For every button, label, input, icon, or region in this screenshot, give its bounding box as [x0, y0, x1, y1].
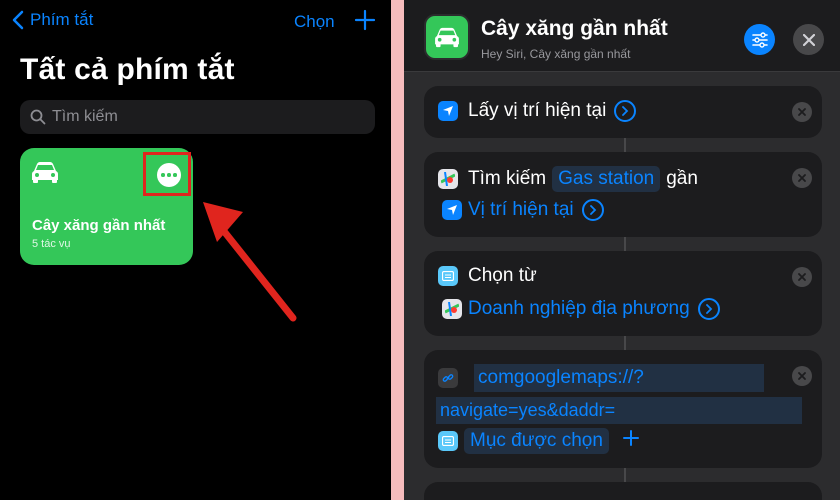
back-button[interactable]: Phím tắt: [12, 10, 93, 30]
shortcuts-list-panel: Phím tắt Chọn Tất cả phím tắt Tìm kiếm C…: [0, 0, 391, 500]
search-icon: [30, 109, 46, 125]
chevron-right-icon[interactable]: [581, 199, 604, 221]
action-next-partial[interactable]: [424, 482, 822, 500]
location-arrow-icon: [442, 200, 462, 220]
back-label: Phím tắt: [30, 10, 94, 29]
connector-line: [624, 138, 626, 152]
close-icon: [802, 33, 815, 46]
panel-divider: [391, 0, 404, 500]
connector-line: [624, 237, 626, 251]
settings-button[interactable]: [744, 24, 775, 55]
url-text-line1[interactable]: comgooglemaps://?: [474, 364, 764, 392]
remove-action-button[interactable]: [792, 267, 812, 287]
shortcut-icon[interactable]: [424, 14, 470, 60]
action-choose-from[interactable]: Chọn từ Doanh nghiệp địa phương: [424, 251, 822, 336]
close-icon: [798, 174, 806, 182]
variable-current-location[interactable]: Vị trí hiện tại: [468, 199, 574, 221]
maps-icon: [438, 169, 458, 189]
plus-icon: [622, 430, 639, 446]
url-text-line2[interactable]: navigate=yes&daddr=: [436, 397, 802, 424]
add-variable-button[interactable]: [622, 430, 639, 452]
chevron-right-icon[interactable]: [614, 100, 637, 122]
close-icon: [798, 372, 806, 380]
chevron-left-icon: [12, 10, 24, 30]
action-prefix: Tìm kiếm: [468, 168, 547, 189]
shortcut-title: Cây xăng gần nhất: [481, 17, 668, 40]
add-button[interactable]: [354, 9, 376, 36]
connector-line: [624, 468, 626, 482]
shortcut-card-title: Cây xăng gần nhất: [32, 217, 166, 234]
action-url[interactable]: comgooglemaps://? navigate=yes&daddr= Mụ…: [424, 350, 822, 468]
chevron-right-icon[interactable]: [697, 298, 720, 320]
siri-phrase: Hey Siri, Cây xăng gần nhất: [481, 47, 631, 61]
action-search-maps[interactable]: Tìm kiếm Gas station gần Vị trí hiện tại: [424, 152, 822, 237]
editor-header: Cây xăng gần nhất Hey Siri, Cây xăng gần…: [404, 0, 840, 72]
list-icon: [438, 266, 458, 286]
choose-button[interactable]: Chọn: [294, 12, 335, 32]
remove-action-button[interactable]: [792, 102, 812, 122]
plus-icon: [354, 9, 376, 31]
shortcut-editor-panel: Cây xăng gần nhất Hey Siri, Cây xăng gần…: [404, 0, 840, 500]
shortcut-card-subtitle: 5 tác vụ: [32, 238, 71, 250]
location-arrow-icon: [438, 101, 458, 121]
close-icon: [798, 108, 806, 116]
list-icon: [438, 431, 458, 451]
query-chip[interactable]: Gas station: [552, 166, 661, 192]
variable-local-business[interactable]: Doanh nghiệp địa phương: [468, 298, 690, 320]
car-icon: [435, 27, 459, 48]
maps-icon: [442, 299, 462, 319]
action-label: Lấy vị trí hiện tại: [468, 100, 607, 121]
arrow-annotation-icon: [203, 202, 297, 322]
close-icon: [798, 273, 806, 281]
page-title: Tất cả phím tắt: [20, 53, 235, 86]
sliders-icon: [751, 31, 768, 48]
search-placeholder: Tìm kiếm: [52, 108, 118, 125]
search-input[interactable]: Tìm kiếm: [20, 100, 375, 134]
action-suffix: gần: [666, 168, 698, 189]
variable-selected-item[interactable]: Mục được chọn: [464, 428, 609, 454]
remove-action-button[interactable]: [792, 366, 812, 386]
link-icon: [438, 368, 458, 388]
connector-line: [624, 336, 626, 350]
action-get-location[interactable]: Lấy vị trí hiện tại: [424, 86, 822, 138]
action-label: Chọn từ: [468, 265, 537, 286]
close-button[interactable]: [793, 24, 824, 55]
remove-action-button[interactable]: [792, 168, 812, 188]
highlight-box: [143, 152, 191, 196]
car-icon: [30, 160, 60, 189]
